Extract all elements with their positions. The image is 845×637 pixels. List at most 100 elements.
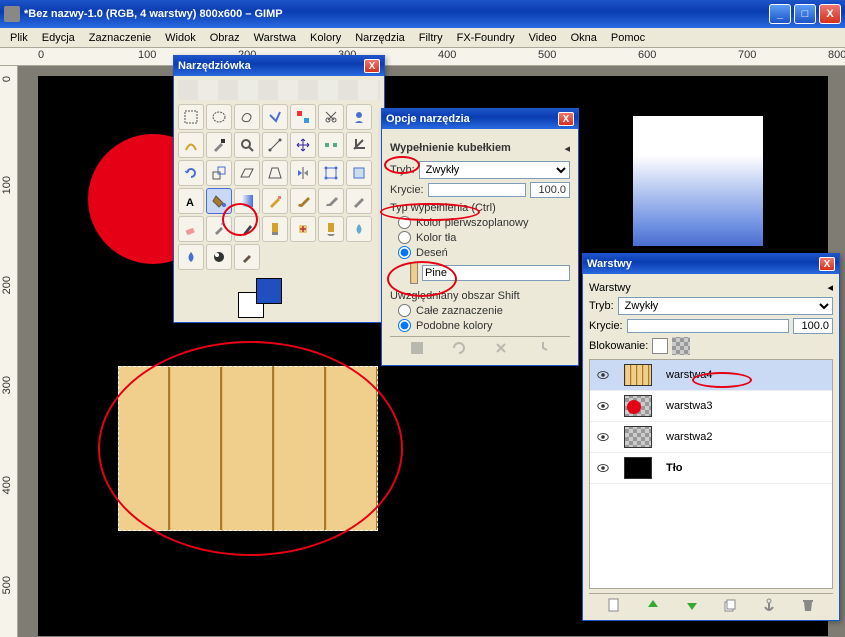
- layers-mode-select[interactable]: Zwykły: [618, 297, 833, 315]
- tool-measure[interactable]: [262, 132, 288, 158]
- tool-shear[interactable]: [234, 160, 260, 186]
- svg-text:A: A: [186, 197, 194, 209]
- tool-scissors[interactable]: [318, 104, 344, 130]
- tool-by-color-select[interactable]: [290, 104, 316, 130]
- similar-colors-radio[interactable]: [398, 319, 411, 332]
- tool-pencil[interactable]: [262, 188, 288, 214]
- chevron-left-icon[interactable]: ◂: [827, 281, 833, 294]
- tool-perspective-clone[interactable]: [318, 216, 344, 242]
- tool-clone[interactable]: [262, 216, 288, 242]
- tool-scale[interactable]: [206, 160, 232, 186]
- menu-video[interactable]: Video: [523, 30, 563, 46]
- toolbox-window[interactable]: Narzędziówka X A: [173, 55, 385, 323]
- menu-edit[interactable]: Edycja: [36, 30, 81, 46]
- tool-flip[interactable]: [290, 160, 316, 186]
- tool-fuzzy-select[interactable]: [262, 104, 288, 130]
- menu-fxfoundry[interactable]: FX-Foundry: [451, 30, 521, 46]
- lock-alpha-checkbox[interactable]: [672, 337, 690, 355]
- menu-view[interactable]: Widok: [159, 30, 202, 46]
- eye-icon[interactable]: [596, 461, 610, 475]
- layers-list: warstwa4 warstwa3 warstwa2 Tło: [589, 359, 833, 589]
- layers-opacity-slider[interactable]: [627, 319, 789, 333]
- tool-zoom[interactable]: [234, 132, 260, 158]
- minimize-button[interactable]: _: [769, 4, 791, 24]
- opacity-slider[interactable]: [428, 183, 526, 197]
- menu-tools[interactable]: Narzędzia: [349, 30, 411, 46]
- tool-unified-transform[interactable]: [346, 160, 372, 186]
- tool-paintbrush[interactable]: [290, 188, 316, 214]
- menu-help[interactable]: Pomoc: [605, 30, 651, 46]
- menu-file[interactable]: Plik: [4, 30, 34, 46]
- eye-icon[interactable]: [596, 430, 610, 444]
- opacity-value[interactable]: 100.0: [530, 182, 570, 198]
- whole-selection-radio[interactable]: [398, 304, 411, 317]
- pattern-radio[interactable]: [398, 246, 411, 259]
- bg-color-radio[interactable]: [398, 231, 411, 244]
- duplicate-layer-icon[interactable]: [722, 597, 738, 613]
- layer-name[interactable]: warstwa2: [666, 431, 712, 443]
- tool-eraser-2[interactable]: [318, 188, 344, 214]
- tool-move[interactable]: [290, 132, 316, 158]
- menu-colors[interactable]: Kolory: [304, 30, 347, 46]
- maximize-button[interactable]: □: [794, 4, 816, 24]
- close-button[interactable]: X: [819, 4, 841, 24]
- tool-align[interactable]: [318, 132, 344, 158]
- tool-crop[interactable]: [346, 132, 372, 158]
- fg-color-swatch[interactable]: [256, 278, 282, 304]
- save-icon[interactable]: [409, 340, 425, 356]
- menu-filters[interactable]: Filtry: [413, 30, 449, 46]
- tool-eraser[interactable]: [178, 216, 204, 242]
- restore-icon[interactable]: [451, 340, 467, 356]
- layers-window[interactable]: Warstwy X Warstwy ◂ Tryb: Zwykły Krycie:…: [582, 253, 840, 621]
- eye-icon[interactable]: [596, 368, 610, 382]
- layer-name[interactable]: warstwa3: [666, 400, 712, 412]
- menu-windows[interactable]: Okna: [565, 30, 603, 46]
- tool-cage[interactable]: [318, 160, 344, 186]
- reset-icon[interactable]: [535, 340, 551, 356]
- tool-rotate[interactable]: [178, 160, 204, 186]
- layer-row[interactable]: Tło: [590, 453, 832, 484]
- layer-row[interactable]: warstwa2: [590, 422, 832, 453]
- tool-blur[interactable]: [346, 216, 372, 242]
- layers-mode-label: Tryb:: [589, 300, 614, 312]
- layers-titlebar[interactable]: Warstwy X: [583, 254, 839, 274]
- raise-layer-icon[interactable]: [645, 597, 661, 613]
- menu-image[interactable]: Obraz: [204, 30, 246, 46]
- menu-select[interactable]: Zaznaczenie: [83, 30, 157, 46]
- layer-name[interactable]: Tło: [666, 462, 683, 474]
- tool-dodge[interactable]: [206, 244, 232, 270]
- tool-color-picker[interactable]: [206, 132, 232, 158]
- tool-ellipse-select[interactable]: [206, 104, 232, 130]
- tool-options-close-button[interactable]: X: [558, 112, 574, 126]
- tool-text[interactable]: A: [178, 188, 204, 214]
- new-layer-icon[interactable]: [606, 597, 622, 613]
- tool-heal[interactable]: [290, 216, 316, 242]
- toolbox-close-button[interactable]: X: [364, 59, 380, 73]
- tool-airbrush-2[interactable]: [346, 188, 372, 214]
- lower-layer-icon[interactable]: [684, 597, 700, 613]
- pattern-radio-label: Deseń: [416, 247, 448, 259]
- anchor-layer-icon[interactable]: [761, 597, 777, 613]
- chevron-left-icon[interactable]: ◂: [564, 142, 570, 155]
- lock-pixels-checkbox[interactable]: [652, 338, 668, 354]
- delete-layer-icon[interactable]: [800, 597, 816, 613]
- toolbox-titlebar[interactable]: Narzędziówka X: [174, 56, 384, 76]
- toolbox-grid: A: [178, 104, 380, 270]
- mode-select[interactable]: Zwykły: [419, 161, 570, 179]
- tool-burn[interactable]: [234, 244, 260, 270]
- layer-row[interactable]: warstwa3: [590, 391, 832, 422]
- toolbox-title: Narzędziówka: [178, 60, 251, 72]
- menu-layer[interactable]: Warstwa: [248, 30, 302, 46]
- tool-rect-select[interactable]: [178, 104, 204, 130]
- tool-smudge[interactable]: [178, 244, 204, 270]
- tool-perspective[interactable]: [262, 160, 288, 186]
- tool-options-titlebar[interactable]: Opcje narzędzia X: [382, 109, 578, 129]
- layers-close-button[interactable]: X: [819, 257, 835, 271]
- delete-icon[interactable]: [493, 340, 509, 356]
- tool-paths[interactable]: [178, 132, 204, 158]
- tool-free-select[interactable]: [234, 104, 260, 130]
- layers-opacity-value[interactable]: 100.0: [793, 318, 833, 334]
- tool-foreground-select[interactable]: [346, 104, 372, 130]
- tool-options-window[interactable]: Opcje narzędzia X Wypełnienie kubełkiem …: [381, 108, 579, 366]
- eye-icon[interactable]: [596, 399, 610, 413]
